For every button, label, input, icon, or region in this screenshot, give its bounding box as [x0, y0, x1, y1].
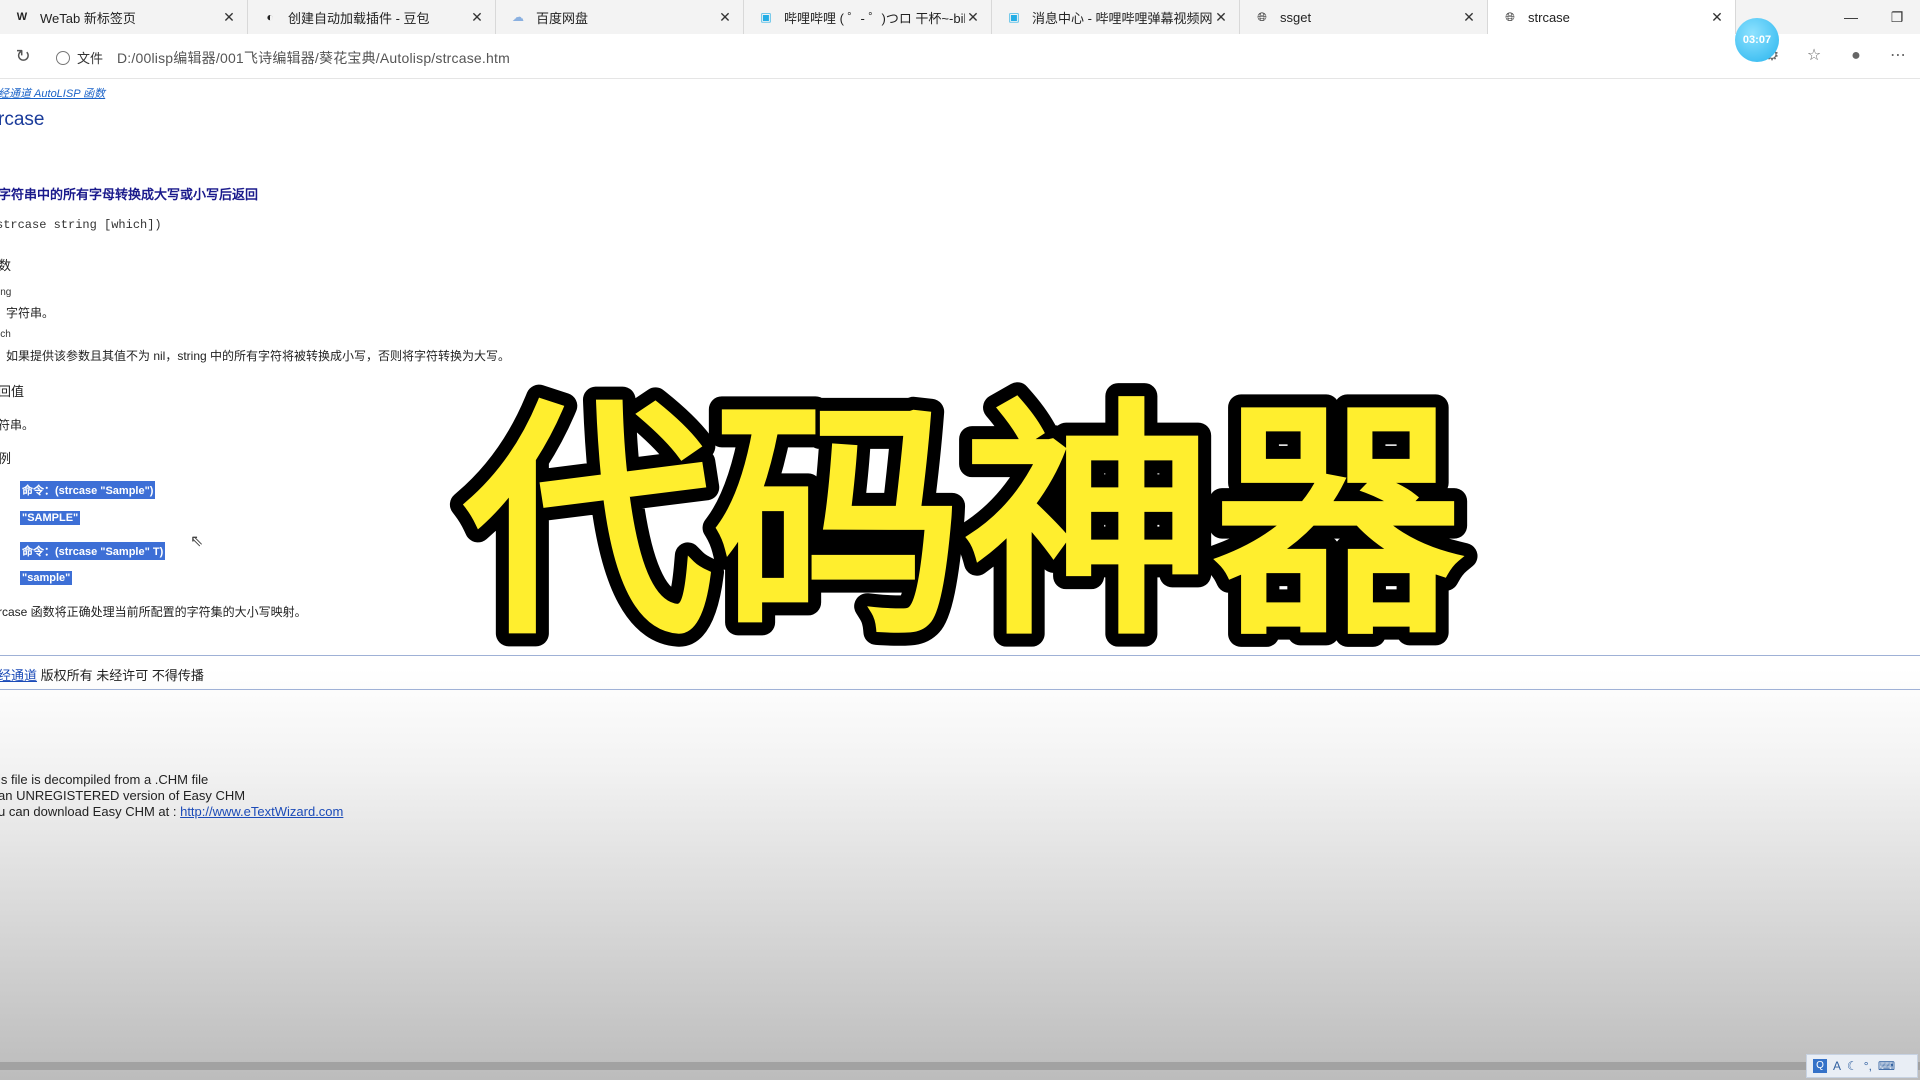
syntax-line: strcase string [which])	[0, 218, 162, 232]
scrollbar-track[interactable]	[0, 1062, 1920, 1070]
example-line: "sample"	[20, 571, 73, 585]
globe-icon: 🌐︎	[1505, 9, 1515, 24]
function-summary: 字符串中的所有字母转换成大写或小写后返回	[0, 187, 259, 202]
param-desc: 字符串。	[6, 306, 55, 320]
tab-bilibili-messages[interactable]: ▣ 消息中心 - 哔哩哔哩弹幕视频网 ✕	[992, 0, 1240, 34]
copyright-text: 版权所有 未经许可 不得传播	[37, 668, 204, 683]
copyright: 经通道 版权所有 未经许可 不得传播	[0, 665, 204, 684]
minimize-icon[interactable]: —	[1828, 0, 1874, 34]
divider	[0, 689, 1920, 690]
ime-toolbar[interactable]: Q A ☾ °, ⌨	[1806, 1054, 1918, 1078]
caption-text: 代码神器	[462, 378, 1465, 669]
globe-icon: 🌐︎	[1257, 9, 1267, 24]
favorites-icon[interactable]: ☆	[1802, 44, 1826, 68]
tab-title: ssget	[1280, 9, 1312, 25]
wetab-icon: W	[16, 11, 28, 23]
recording-timer[interactable]: 03:07	[1735, 18, 1779, 62]
tab-strip: W WeTab 新标签页 ✕ ◐ 创建自动加载插件 - 豆包 ✕ ☁ 百度网盘 …	[0, 0, 1920, 34]
decompiled-text: u can download Easy CHM at :	[0, 804, 181, 819]
decompiled-note: an UNREGISTERED version of Easy CHM	[0, 788, 246, 803]
address-bar: ↻ 文件 D:/00lisp编辑器/001飞诗编辑器/葵花宝典/Autolisp…	[0, 34, 1920, 79]
bilibili-icon: ▣	[760, 10, 772, 24]
param-name: ing	[0, 287, 12, 298]
url-input[interactable]: D:/00lisp编辑器/001飞诗编辑器/葵花宝典/Autolisp/strc…	[117, 48, 510, 68]
tab-ssget[interactable]: 🌐︎ ssget ✕	[1240, 0, 1488, 34]
note: rcase 函数将正确处理当前所配置的字符集的大小写映射。	[0, 605, 307, 619]
example-line: 命令：(strcase "Sample")	[20, 481, 156, 499]
keyboard-icon[interactable]: ⌨	[1878, 1059, 1895, 1073]
punctuation-icon[interactable]: °,	[1864, 1059, 1872, 1073]
tab-title: WeTab 新标签页	[40, 10, 136, 26]
tab-title: 消息中心 - 哔哩哔哩弹幕视频网	[1032, 10, 1213, 26]
return-heading: 回值	[0, 384, 25, 399]
close-icon[interactable]: ✕	[1709, 9, 1725, 26]
param-name: ich	[0, 329, 11, 340]
tab-title: 百度网盘	[536, 10, 589, 26]
tab-doubao[interactable]: ◐ 创建自动加载插件 - 豆包 ✕	[248, 0, 496, 34]
decompiled-note: is file is decompiled from a .CHM file	[0, 772, 209, 787]
close-icon[interactable]: ✕	[717, 9, 733, 26]
toolbar-icons: ⚙ ☆ ● ⋯	[1760, 44, 1910, 68]
doubao-icon: ◐	[266, 10, 274, 24]
reload-icon[interactable]: ↻	[12, 45, 34, 67]
more-icon[interactable]: ⋯	[1886, 44, 1910, 68]
tab-bilibili[interactable]: ▣ 哔哩哔哩 ( ゜- ゜)つロ 干杯~-bilib ✕	[744, 0, 992, 34]
tab-title: 哔哩哔哩 ( ゜- ゜)つロ 干杯~-bilib	[784, 10, 965, 26]
moon-icon[interactable]: ☾	[1847, 1059, 1858, 1073]
restore-icon[interactable]: ❐	[1874, 0, 1920, 34]
tab-strcase[interactable]: 🌐︎ strcase ✕	[1488, 0, 1736, 34]
baidu-netdisk-icon: ☁	[512, 10, 524, 24]
mouse-cursor-icon: ⇖	[190, 533, 204, 550]
ime-letter-icon[interactable]: A	[1833, 1059, 1841, 1073]
copyright-link[interactable]: 经通道	[0, 668, 37, 683]
breadcrumb[interactable]: 经通道 AutoLISP 函数	[0, 85, 105, 101]
example-line: "SAMPLE"	[20, 511, 81, 525]
close-icon[interactable]: ✕	[1213, 9, 1229, 26]
params-heading: 数	[0, 258, 12, 273]
ime-logo-icon: Q	[1813, 1059, 1827, 1073]
site-info-label: 文件	[77, 51, 104, 66]
close-icon[interactable]: ✕	[221, 9, 237, 26]
return-desc: 符串。	[0, 418, 35, 432]
site-info-button[interactable]: 文件	[56, 48, 103, 67]
tab-title: 创建自动加载插件 - 豆包	[288, 10, 430, 26]
close-icon[interactable]: ✕	[965, 9, 981, 26]
close-icon[interactable]: ✕	[1461, 9, 1477, 26]
examples-heading: 例	[0, 451, 12, 466]
tab-baidu-netdisk[interactable]: ☁ 百度网盘 ✕	[496, 0, 744, 34]
close-icon[interactable]: ✕	[469, 9, 485, 26]
tab-wetab[interactable]: W WeTab 新标签页 ✕	[0, 0, 248, 34]
bilibili-icon: ▣	[1008, 10, 1020, 24]
window-controls: — ❐	[1828, 0, 1920, 34]
tab-title: strcase	[1528, 9, 1570, 25]
profile-icon[interactable]: ●	[1844, 44, 1868, 68]
info-icon	[56, 50, 70, 65]
etextwizard-link[interactable]: http://www.eTextWizard.com	[180, 804, 343, 819]
decompiled-note: u can download Easy CHM at : http://www.…	[0, 804, 343, 819]
example-line: 命令：(strcase "Sample" T)	[20, 542, 166, 560]
video-caption-overlay: 代码神器 代码神器	[418, 355, 1508, 682]
page-title: rcase	[0, 109, 45, 130]
